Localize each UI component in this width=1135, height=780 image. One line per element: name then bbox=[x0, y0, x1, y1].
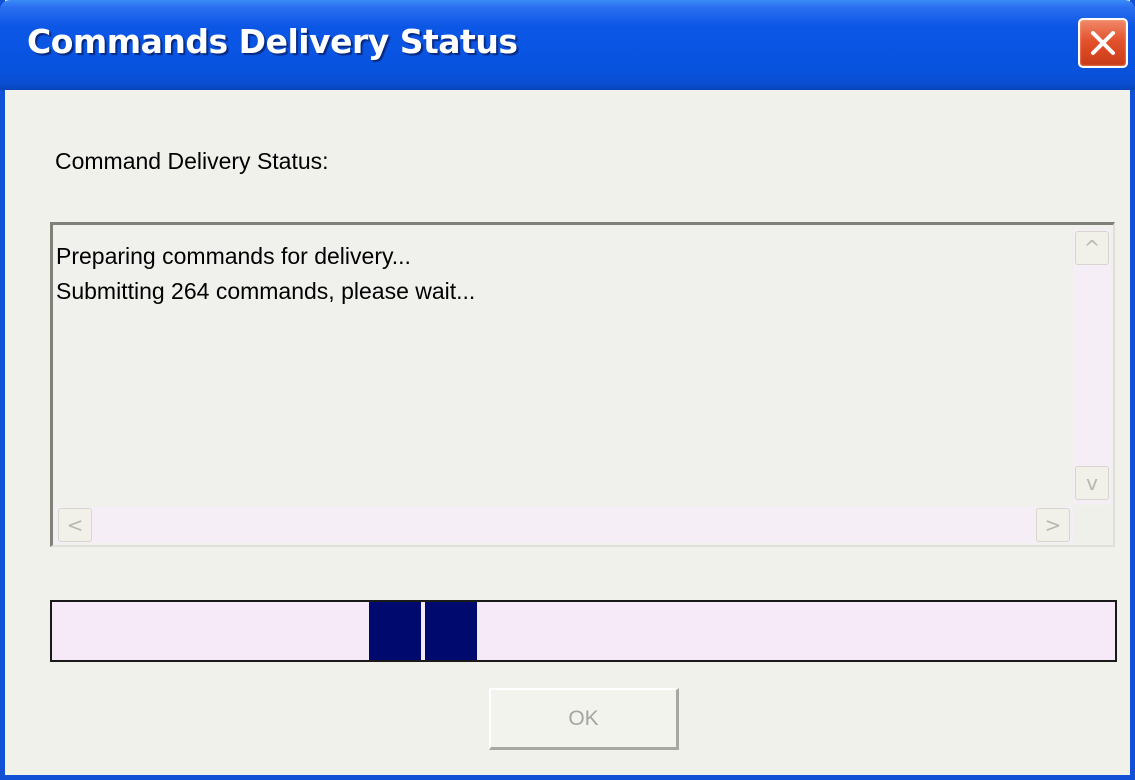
dialog-window: Commands Delivery Status Command Deliver… bbox=[0, 0, 1135, 780]
window-title: Commands Delivery Status bbox=[27, 22, 518, 61]
horizontal-scrollbar[interactable]: < > bbox=[56, 507, 1073, 543]
ok-button[interactable]: OK bbox=[489, 688, 679, 750]
log-content: Preparing commands for delivery... Submi… bbox=[56, 239, 1066, 509]
chevron-down-icon: v bbox=[1086, 471, 1098, 495]
scroll-up-button[interactable]: ^ bbox=[1075, 231, 1109, 265]
close-button[interactable] bbox=[1078, 18, 1128, 68]
log-line: Preparing commands for delivery... bbox=[56, 243, 411, 269]
marquee-progress-bar bbox=[50, 600, 1117, 662]
vertical-scrollbar[interactable]: ^ v bbox=[1073, 229, 1111, 504]
title-bar[interactable]: Commands Delivery Status bbox=[0, 0, 1135, 90]
status-label: Command Delivery Status: bbox=[55, 148, 329, 174]
chevron-left-icon: < bbox=[66, 513, 84, 537]
status-log-textarea[interactable]: Preparing commands for delivery... Submi… bbox=[50, 222, 1115, 547]
chevron-up-icon: ^ bbox=[1083, 236, 1101, 260]
progress-block bbox=[369, 602, 421, 660]
log-line: Submitting 264 commands, please wait... bbox=[56, 278, 476, 304]
scroll-down-button[interactable]: v bbox=[1075, 466, 1109, 500]
chevron-right-icon: > bbox=[1044, 513, 1062, 537]
close-icon bbox=[1091, 31, 1115, 55]
scrollbar-corner bbox=[1073, 507, 1111, 543]
scroll-left-button[interactable]: < bbox=[58, 508, 92, 542]
scroll-right-button[interactable]: > bbox=[1036, 508, 1070, 542]
progress-block bbox=[425, 602, 477, 660]
